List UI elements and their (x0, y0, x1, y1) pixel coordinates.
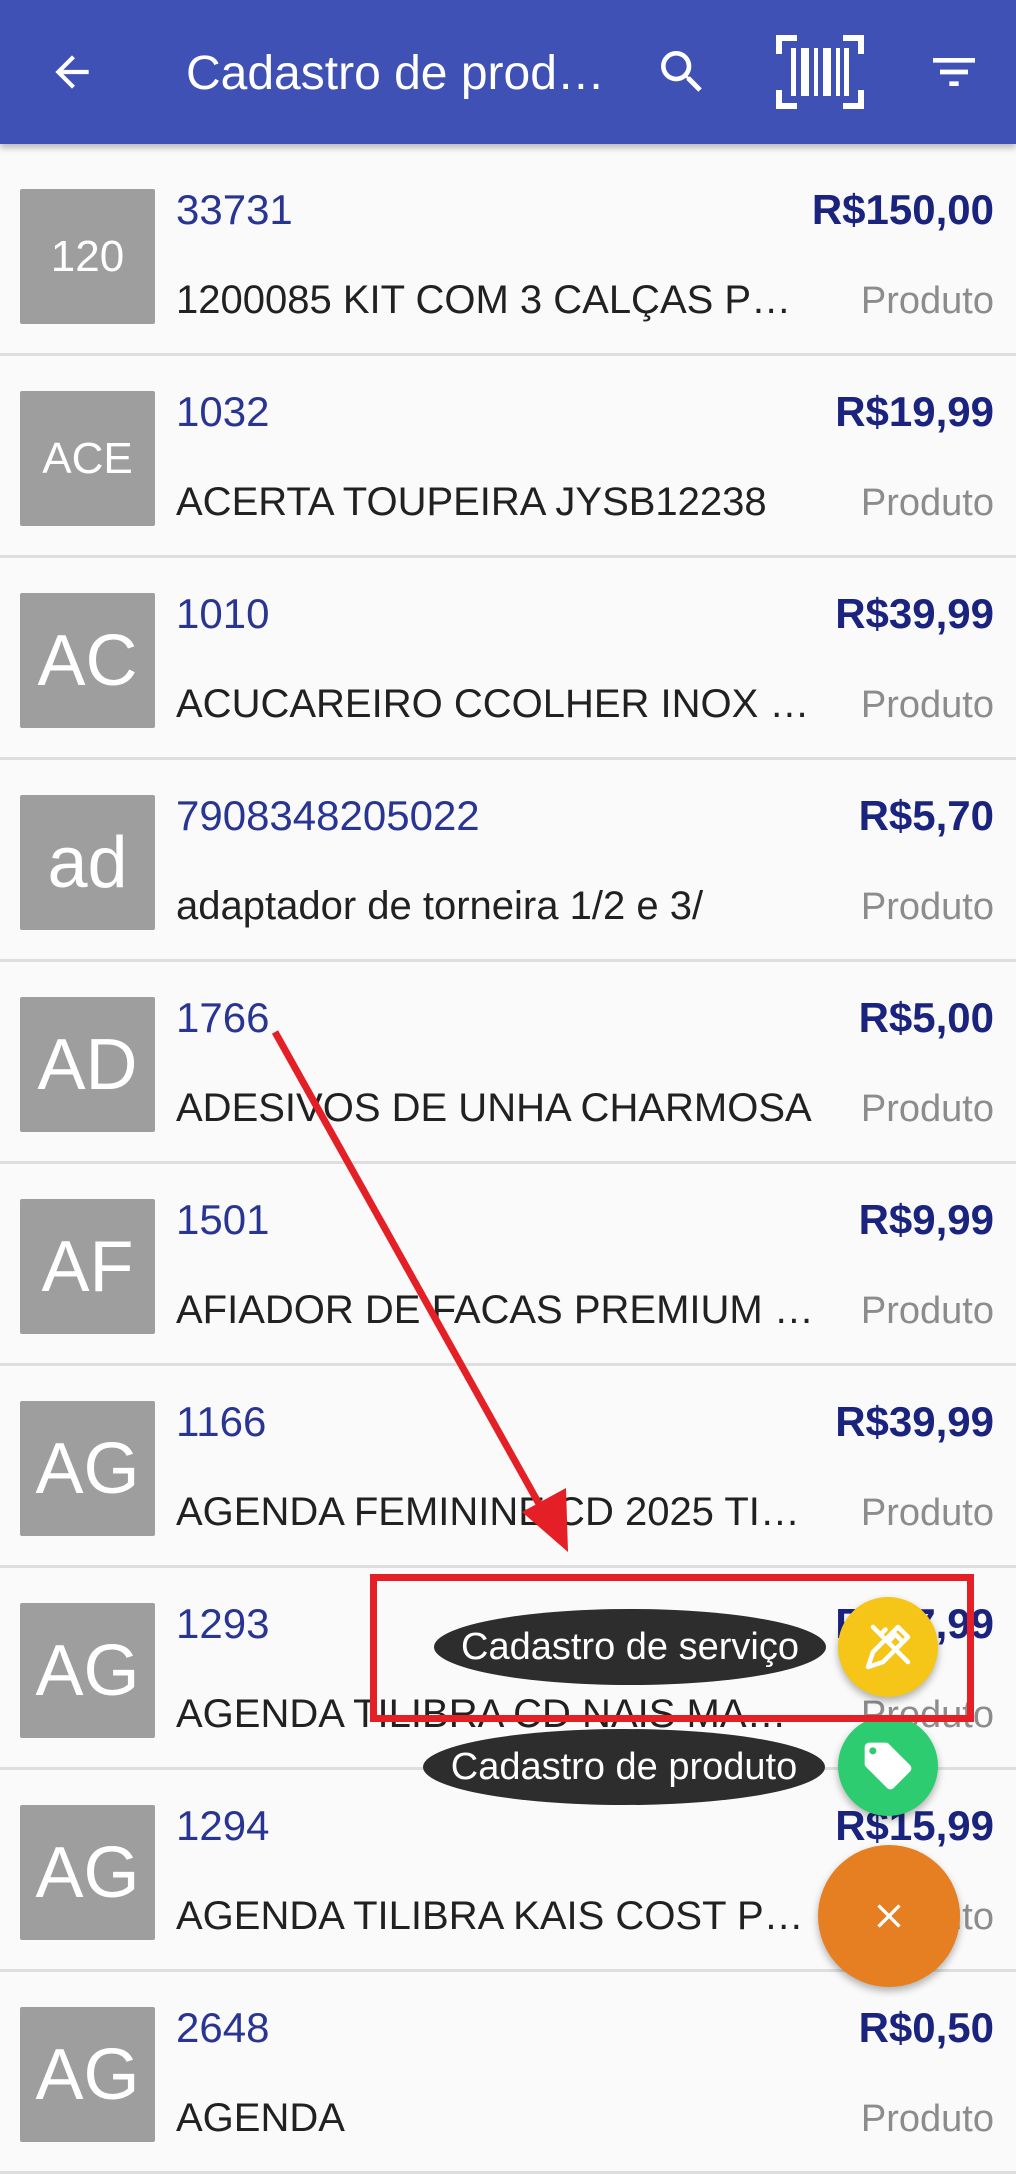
product-price: R$9,99 (858, 1196, 994, 1243)
product-name: AFIADOR DE FACAS PREMIUM INOX (176, 1288, 816, 1332)
close-icon[interactable] (818, 1845, 960, 1987)
avatar: AG (20, 1603, 155, 1738)
pencil-ruler-icon[interactable] (838, 1597, 938, 1697)
product-price: R$39,99 (835, 590, 994, 637)
list-item[interactable]: AC 1010 R$39,99 ACUCAREIRO CCOLHER INOX … (0, 558, 1016, 760)
product-code: 1293 (176, 1600, 270, 1647)
product-price: R$5,00 (858, 994, 994, 1041)
product-registration-label[interactable]: Cadastro de produto (423, 1729, 825, 1805)
product-code: 1501 (176, 1196, 270, 1243)
list-item[interactable]: 120 33731 R$150,00 1200085 KIT COM 3 CAL… (0, 154, 1016, 356)
list-item[interactable]: AD 1766 R$5,00 ADESIVOS DE UNHA CHARMOSA… (0, 962, 1016, 1164)
product-name: AGENDA TILIBRA KAIS COST PREMIUM (176, 1894, 816, 1938)
product-code: 33731 (176, 186, 293, 233)
product-name: ADESIVOS DE UNHA CHARMOSA (176, 1086, 812, 1130)
product-code: 2648 (176, 2004, 270, 2051)
product-code: 1166 (176, 1398, 267, 1445)
product-price: R$0,50 (858, 2004, 994, 2051)
product-type: Produto (860, 1290, 994, 1332)
search-icon[interactable] (646, 36, 718, 108)
product-type: Produto (860, 684, 994, 726)
product-code: 1010 (176, 590, 270, 637)
product-type: Produto (860, 886, 994, 928)
product-name: 1200085 KIT COM 3 CALÇAS PRETAS (176, 278, 816, 322)
product-type: Produto (860, 280, 994, 322)
product-code: 1032 (176, 388, 270, 435)
list-item[interactable]: AG 1166 R$39,99 AGENDA FEMININE CD 2025 … (0, 1366, 1016, 1568)
product-name: ACERTA TOUPEIRA JYSB12238 (176, 480, 767, 524)
list-item[interactable]: ad 7908348205022 R$5,70 adaptador de tor… (0, 760, 1016, 962)
app-bar: Cadastro de produtos (0, 0, 1016, 144)
product-code: 7908348205022 (176, 792, 480, 839)
arrow-back-icon[interactable] (36, 36, 108, 108)
product-code: 1294 (176, 1802, 270, 1849)
product-price: R$5,70 (858, 792, 994, 839)
list-item[interactable]: ACE 1032 R$19,99 ACERTA TOUPEIRA JYSB122… (0, 356, 1016, 558)
list-item[interactable]: AG 2648 R$0,50 AGENDA Produto (0, 1972, 1016, 2174)
product-name: AGENDA (176, 2096, 345, 2140)
product-name: adaptador de torneira 1/2 e 3/ (176, 884, 704, 928)
avatar: ACE (20, 391, 155, 526)
service-registration-label[interactable]: Cadastro de serviço (434, 1609, 826, 1685)
product-type: Produto (860, 1088, 994, 1130)
product-name: ACUCAREIRO CCOLHER INOX IMPORTADO (176, 682, 816, 726)
avatar: AG (20, 1805, 155, 1940)
barcode-scan-icon[interactable] (770, 30, 870, 114)
list-item[interactable]: AF 1501 R$9,99 AFIADOR DE FACAS PREMIUM … (0, 1164, 1016, 1366)
product-price: R$15,99 (835, 1802, 994, 1849)
avatar: AF (20, 1199, 155, 1334)
avatar: ad (20, 795, 155, 930)
page-title: Cadastro de produtos (186, 47, 606, 100)
product-price: R$39,99 (835, 1398, 994, 1445)
product-type: Produto (860, 2098, 994, 2140)
avatar: AG (20, 1401, 155, 1536)
avatar: AC (20, 593, 155, 728)
product-price: R$19,99 (835, 388, 994, 435)
avatar: AD (20, 997, 155, 1132)
product-type: Produto (860, 482, 994, 524)
product-name: AGENDA FEMININE CD 2025 TILIBRA (176, 1490, 816, 1534)
product-code: 1766 (176, 994, 270, 1041)
filter-icon[interactable] (918, 36, 990, 108)
product-name: AGENDA TILIBRA CD NAIS MAGIC (176, 1692, 816, 1736)
price-tag-icon[interactable] (838, 1716, 938, 1816)
avatar: AG (20, 2007, 155, 2142)
avatar: 120 (20, 189, 155, 324)
product-type: Produto (860, 1492, 994, 1534)
product-price: R$150,00 (811, 186, 994, 233)
